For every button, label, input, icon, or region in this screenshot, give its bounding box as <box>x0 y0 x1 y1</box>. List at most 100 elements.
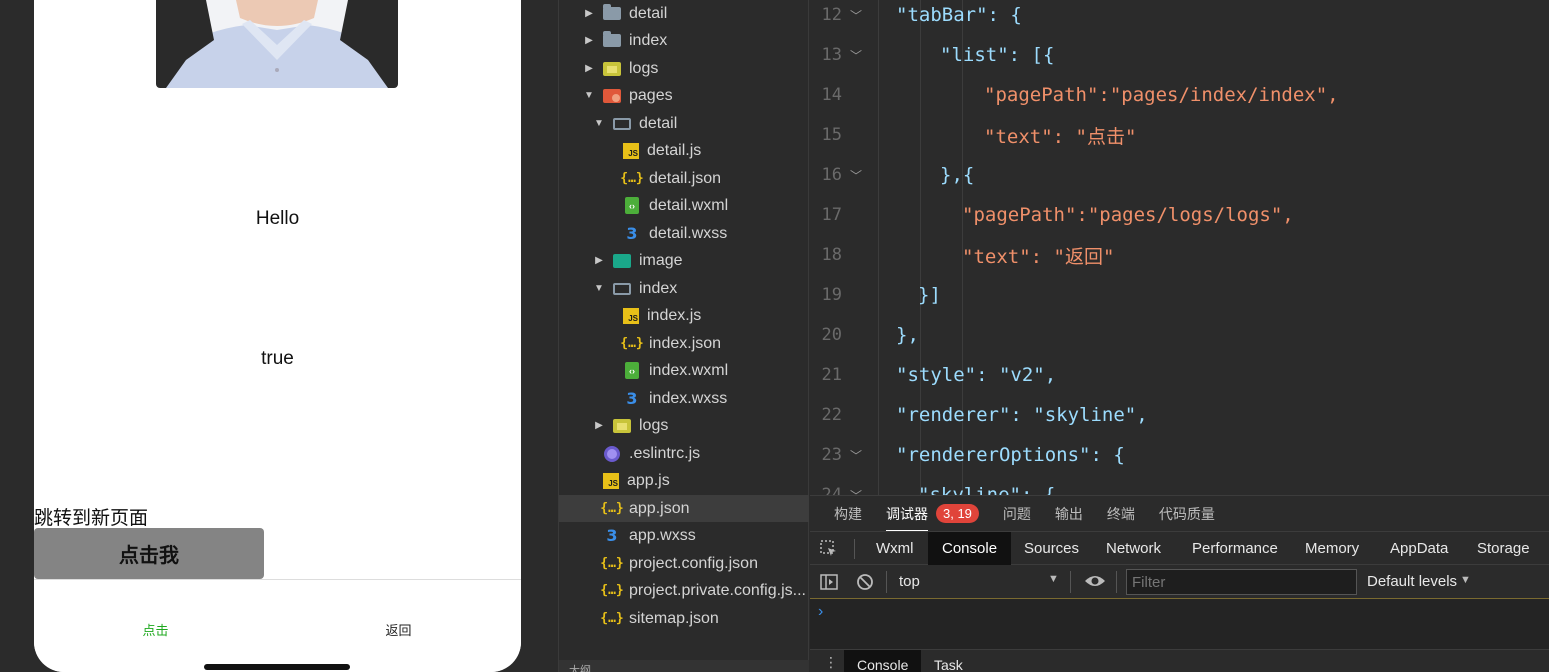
tab-click[interactable]: 点击 <box>34 620 277 639</box>
fold-chevron-icon[interactable]: ﹀ <box>850 7 862 24</box>
tab-console[interactable]: Console <box>928 532 1012 565</box>
eye-icon[interactable] <box>1084 573 1106 594</box>
json-file-icon: {…} <box>600 583 624 598</box>
code-line: 22 "renderer": "skyline", <box>821 404 1148 426</box>
avatar-image <box>156 0 398 88</box>
tree-item-detail-json[interactable]: {…} detail.json <box>559 165 809 192</box>
eslint-file-icon <box>603 445 621 463</box>
wxss-file-icon: 3 <box>626 224 638 243</box>
chevron-right-icon[interactable]: ▶ <box>593 420 605 431</box>
code-line: 21 "style": "v2", <box>821 364 1057 386</box>
fold-chevron-icon[interactable]: ﹀ <box>850 167 862 184</box>
js-file-icon: JS <box>603 472 619 489</box>
tree-item-pages-logs[interactable]: ▶ logs <box>559 412 809 439</box>
chevron-right-icon[interactable]: ▶ <box>583 35 595 46</box>
tree-item-eslintrc[interactable]: .eslintrc.js <box>559 440 809 467</box>
tab-build[interactable]: 构建 <box>834 504 862 524</box>
context-select[interactable]: top <box>899 573 920 590</box>
code-line: 13 ﹀ "list": [{ <box>821 44 1055 66</box>
tree-item-sitemap[interactable]: {…} sitemap.json <box>559 605 809 632</box>
drawer-tab-console[interactable]: Console <box>844 650 922 672</box>
outline-section[interactable]: 大纲 <box>559 660 809 672</box>
js-file-icon: JS <box>623 142 639 159</box>
json-file-icon: {…} <box>600 611 624 626</box>
chevron-down-icon[interactable]: ▼ <box>593 283 605 294</box>
tree-item-detail-wxml[interactable]: ‹› detail.wxml <box>559 192 809 219</box>
tab-problems[interactable]: 问题 <box>1003 504 1031 524</box>
clear-console-icon[interactable] <box>856 573 874 596</box>
tree-item-detail-js[interactable]: JS detail.js <box>559 137 809 164</box>
tab-back[interactable]: 返回 <box>277 620 520 639</box>
code-line: 15 "text": "点击" <box>821 125 1137 148</box>
tree-item-pages[interactable]: ▼ pages <box>559 82 809 109</box>
tab-wxml[interactable]: Wxml <box>874 532 916 565</box>
fold-chevron-icon[interactable]: ﹀ <box>850 487 862 496</box>
more-vertical-icon[interactable]: ⋮ <box>824 654 838 671</box>
tab-bar: 点击 返回 <box>34 579 521 672</box>
json-file-icon: {…} <box>600 556 624 571</box>
tab-network[interactable]: Network <box>1106 532 1161 565</box>
tab-appdata[interactable]: AppData <box>1390 532 1448 565</box>
phone-screen: Hello true 跳转到新页面 点击我 点击 返回 <box>34 0 521 672</box>
sidebar-toggle-icon[interactable] <box>820 573 838 596</box>
dropdown-arrow-icon[interactable]: ▼ <box>1048 573 1059 585</box>
code-line: 17 "pagePath":"pages/logs/logs", <box>821 204 1294 226</box>
tab-storage[interactable]: Storage <box>1477 532 1530 565</box>
click-me-button[interactable]: 点击我 <box>34 528 264 579</box>
wxml-file-icon: ‹› <box>623 197 641 215</box>
tab-sources[interactable]: Sources <box>1024 532 1079 565</box>
tree-item-app-wxss[interactable]: 3 app.wxss <box>559 522 809 549</box>
inspect-icon[interactable] <box>820 532 848 565</box>
tree-item-index-wxss[interactable]: 3 index.wxss <box>559 385 809 412</box>
folder-icon <box>603 4 621 23</box>
tab-debugger[interactable]: 调试器 <box>886 504 928 532</box>
drawer-tab-task[interactable]: Task <box>924 650 973 672</box>
dropdown-arrow-icon[interactable]: ▼ <box>1460 574 1471 586</box>
tab-memory[interactable]: Memory <box>1305 532 1359 565</box>
tree-item-app-json[interactable]: {…} app.json <box>559 495 809 522</box>
fold-chevron-icon[interactable]: ﹀ <box>850 47 862 64</box>
chevron-down-icon[interactable]: ▼ <box>593 118 605 129</box>
js-file-icon: JS <box>623 307 639 324</box>
fold-chevron-icon[interactable]: ﹀ <box>850 447 862 464</box>
folder-yellow-icon <box>603 60 621 78</box>
code-line: 19 }] <box>821 284 941 306</box>
filter-input[interactable] <box>1126 569 1357 595</box>
chevron-down-icon[interactable]: ▼ <box>583 90 595 101</box>
navigate-link[interactable]: 跳转到新页面 <box>34 503 148 530</box>
folder-open-icon <box>613 280 631 298</box>
tab-performance[interactable]: Performance <box>1192 532 1278 565</box>
code-editor[interactable]: 12 ﹀ "tabBar": { 13 ﹀ "list": [{ 14 "pag… <box>810 0 1549 495</box>
console-prompt-icon[interactable]: › <box>818 603 823 621</box>
tree-item-detail-root[interactable]: ▶ detail <box>559 0 809 27</box>
wxss-file-icon: 3 <box>626 389 638 408</box>
tree-item-image[interactable]: ▶ image <box>559 247 809 274</box>
tree-item-pages-detail[interactable]: ▼ detail <box>559 110 809 137</box>
chevron-right-icon[interactable]: ▶ <box>583 8 595 19</box>
code-line: 14 "pagePath":"pages/index/index", <box>821 84 1339 106</box>
tree-item-app-js[interactable]: JS app.js <box>559 467 809 494</box>
console-output[interactable]: › <box>810 599 1549 649</box>
tree-item-index-root[interactable]: ▶ index <box>559 27 809 54</box>
drawer-tabs: ⋮ Console Task <box>810 649 1549 672</box>
error-badge: 3, 19 <box>936 504 979 523</box>
tree-item-index-json[interactable]: {…} index.json <box>559 330 809 357</box>
code-line: 23 ﹀ "rendererOptions": { <box>821 444 1125 466</box>
chevron-right-icon[interactable]: ▶ <box>583 63 595 74</box>
tab-code-quality[interactable]: 代码质量 <box>1159 504 1215 524</box>
hello-text: Hello <box>255 208 300 229</box>
tree-item-detail-wxss[interactable]: 3 detail.wxss <box>559 220 809 247</box>
tree-item-pages-index[interactable]: ▼ index <box>559 275 809 302</box>
log-levels-select[interactable]: Default levels <box>1367 573 1457 590</box>
tree-item-logs-root[interactable]: ▶ logs <box>559 55 809 82</box>
tree-item-index-js[interactable]: JS index.js <box>559 302 809 329</box>
outline-label: 大纲 <box>569 665 591 672</box>
tree-item-index-wxml[interactable]: ‹› index.wxml <box>559 357 809 384</box>
tab-terminal[interactable]: 终端 <box>1107 504 1135 524</box>
tree-item-project-config[interactable]: {…} project.config.json <box>559 550 809 577</box>
chevron-right-icon[interactable]: ▶ <box>593 255 605 266</box>
code-line: 20 }, <box>821 324 919 346</box>
home-indicator <box>204 664 350 670</box>
tab-output[interactable]: 输出 <box>1055 504 1083 524</box>
tree-item-project-private-config[interactable]: {…} project.private.config.js... <box>559 577 809 604</box>
